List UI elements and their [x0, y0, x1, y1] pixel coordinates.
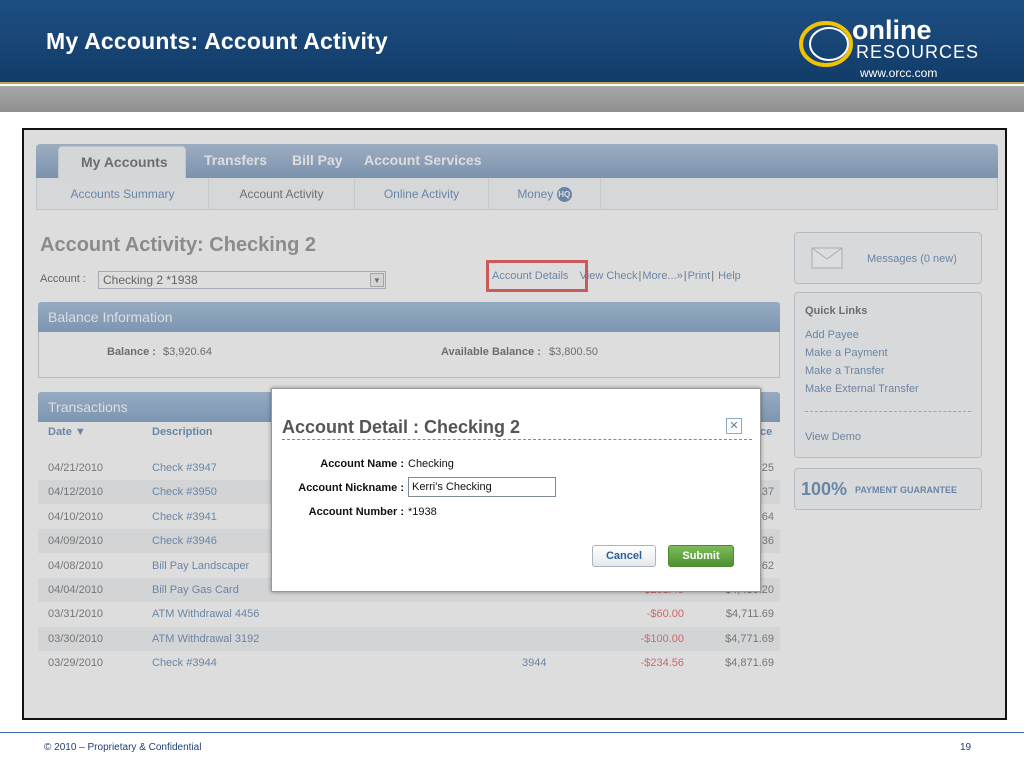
- account-number-label: Account Number :: [308, 506, 404, 518]
- slide-title: My Accounts: Account Activity: [46, 28, 388, 54]
- account-nickname-input[interactable]: [408, 477, 556, 497]
- page-number: 19: [960, 742, 972, 753]
- slide: My Accounts: Account Activity online RES…: [0, 0, 1024, 768]
- online-resources-logo: online RESOURCES www.orcc.com: [798, 12, 998, 82]
- account-nickname-label: Account Nickname :: [298, 482, 404, 494]
- header-band: [0, 86, 1024, 112]
- close-icon[interactable]: ✕: [726, 418, 742, 434]
- logo-url: www.orcc.com: [860, 66, 938, 80]
- app-screenshot: My Accounts Transfers Bill Pay Account S…: [22, 128, 1007, 720]
- logo-word-online: online: [852, 15, 932, 45]
- slide-header: My Accounts: Account Activity online RES…: [0, 0, 1024, 84]
- footer-rule: [0, 732, 1024, 733]
- modal-title-divider: [282, 439, 752, 440]
- logo-ring-icon: [799, 21, 853, 67]
- footer-copyright: © 2010 – Proprietary & Confidential: [44, 742, 202, 753]
- logo-word-resources: RESOURCES: [856, 42, 980, 62]
- modal-title: Account Detail : Checking 2: [282, 417, 521, 437]
- account-name-value: Checking: [408, 458, 454, 470]
- account-detail-modal: Account Detail : Checking 2 ✕ Account Na…: [271, 388, 761, 592]
- cancel-button[interactable]: Cancel: [592, 545, 656, 567]
- account-number-value: *1938: [408, 506, 437, 518]
- submit-button[interactable]: Submit: [668, 545, 734, 567]
- account-name-label: Account Name :: [320, 458, 404, 470]
